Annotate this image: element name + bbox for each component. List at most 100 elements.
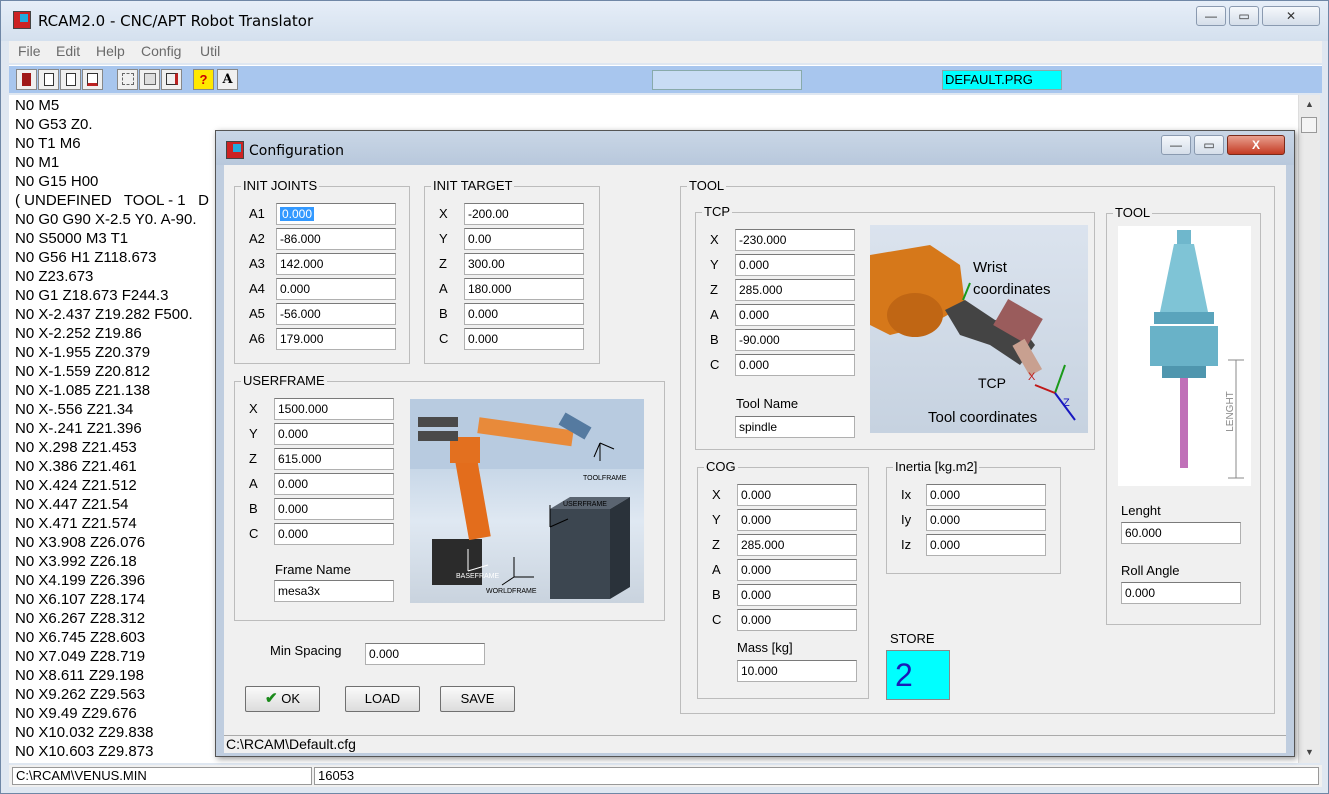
userframe-a-input[interactable]: 0.000	[274, 473, 394, 495]
code-line: N0 X9.262 Z29.563	[15, 686, 146, 703]
tcp-z-input[interactable]: 285.000	[735, 279, 855, 301]
length-input[interactable]: 60.000	[1121, 522, 1241, 544]
tcp-image: Wrist coordinates TCP Tool coordinates X…	[870, 225, 1088, 433]
tool-group-label: TOOL	[687, 178, 727, 193]
minimize-button[interactable]: —	[1196, 6, 1226, 26]
save-file-icon[interactable]	[82, 69, 103, 90]
tcp-x-input[interactable]: -230.000	[735, 229, 855, 251]
userframe-b-label: B	[249, 501, 258, 516]
mass-input[interactable]: 10.000	[737, 660, 857, 682]
userframe-y-label: Y	[249, 426, 258, 441]
tcp-c-label: C	[710, 357, 720, 372]
exit-icon[interactable]	[16, 69, 37, 90]
tool-group: TOOL TCP X -230.000 Y 0.000 Z 285.000 A 0.000 B -…	[680, 179, 1275, 714]
min-spacing-label: Min Spacing	[270, 643, 342, 658]
inertia-ix-input[interactable]: 0.000	[926, 484, 1046, 506]
dialog-close-button[interactable]: X	[1227, 135, 1285, 155]
window-title: RCAM2.0 - CNC/APT Robot Translator	[38, 12, 314, 30]
program-field: DEFAULT.PRG	[942, 70, 1062, 90]
help-icon[interactable]: ?	[193, 69, 214, 90]
menu-help[interactable]: Help	[96, 43, 125, 59]
tcp-a-input[interactable]: 0.000	[735, 304, 855, 326]
new-file-icon[interactable]	[60, 69, 81, 90]
translate-icon[interactable]	[117, 69, 138, 90]
cog-z-label: Z	[712, 537, 720, 552]
code-line: N0 S5000 M3 T1	[15, 230, 129, 247]
save-button[interactable]: SAVE	[440, 686, 515, 712]
userframe-b-input[interactable]: 0.000	[274, 498, 394, 520]
cog-b-input[interactable]: 0.000	[737, 584, 857, 606]
scroll-down-icon[interactable]: ▼	[1305, 747, 1314, 757]
target-b-input[interactable]: 0.000	[464, 303, 584, 325]
joint-a5-input[interactable]: -56.000	[276, 303, 396, 325]
dialog-minimize-button[interactable]: —	[1161, 135, 1191, 155]
scroll-up-icon[interactable]: ▲	[1305, 99, 1314, 109]
target-x-input[interactable]: -200.00	[464, 203, 584, 225]
maximize-button[interactable]: ▭	[1229, 6, 1259, 26]
userframe-z-input[interactable]: 615.000	[274, 448, 394, 470]
tcp-a-label: A	[710, 307, 719, 322]
status-count: 16053	[314, 767, 1319, 785]
wrist-text: Wrist	[973, 259, 1007, 276]
inertia-iz-input[interactable]: 0.000	[926, 534, 1046, 556]
joint-a5-label: A5	[249, 306, 265, 321]
length-label: Lenght	[1121, 503, 1161, 518]
joint-a4-input[interactable]: 0.000	[276, 278, 396, 300]
userframe-a-label: A	[249, 476, 258, 491]
tcp-y-input[interactable]: 0.000	[735, 254, 855, 276]
cog-x-label: X	[712, 487, 721, 502]
paste-icon[interactable]	[161, 69, 182, 90]
cog-group: COG X 0.000 Y 0.000 Z 285.000 A 0.000 B 0.000 C 0.0…	[697, 460, 869, 699]
menu-util[interactable]: Util	[200, 43, 220, 59]
menu-config[interactable]: Config	[141, 43, 181, 59]
code-line: N0 X6.745 Z28.603	[15, 629, 146, 646]
roll-angle-input[interactable]: 0.000	[1121, 582, 1241, 604]
cog-a-input[interactable]: 0.000	[737, 559, 857, 581]
dialog-app-icon[interactable]	[226, 141, 244, 159]
tool-name-input[interactable]: spindle	[735, 416, 855, 438]
copy-icon[interactable]	[139, 69, 160, 90]
target-z-label: Z	[439, 256, 447, 271]
menu-edit[interactable]: Edit	[56, 43, 80, 59]
tcp-b-input[interactable]: -90.000	[735, 329, 855, 351]
cog-z-input[interactable]: 285.000	[737, 534, 857, 556]
target-z-input[interactable]: 300.00	[464, 253, 584, 275]
length-dimension-text: LENGHT	[1224, 391, 1236, 432]
userframe-y-input[interactable]: 0.000	[274, 423, 394, 445]
tcp-c-input[interactable]: 0.000	[735, 354, 855, 376]
tcp-group: TCP X -230.000 Y 0.000 Z 285.000 A 0.000 B -90.00…	[695, 205, 1095, 450]
menu-file[interactable]: File	[18, 43, 41, 59]
frame-name-input[interactable]: mesa3x	[274, 580, 394, 602]
toolbar: ? A DEFAULT.PRG	[9, 65, 1322, 93]
code-line: N0 G15 H00	[15, 173, 99, 190]
joint-a1-input[interactable]: 0.000	[276, 203, 396, 225]
load-button[interactable]: LOAD	[345, 686, 420, 712]
font-icon[interactable]: A	[217, 69, 238, 90]
tcp-x-label: X	[710, 232, 719, 247]
store-value: 2	[886, 650, 950, 700]
cog-x-input[interactable]: 0.000	[737, 484, 857, 506]
userframe-c-input[interactable]: 0.000	[274, 523, 394, 545]
inertia-iz-label: Iz	[901, 537, 912, 552]
open-file-icon[interactable]	[38, 69, 59, 90]
cog-c-input[interactable]: 0.000	[737, 609, 857, 631]
ok-button[interactable]: ✔ OK	[245, 686, 320, 712]
joint-a6-input[interactable]: 179.000	[276, 328, 396, 350]
min-spacing-input[interactable]: 0.000	[365, 643, 485, 665]
target-c-input[interactable]: 0.000	[464, 328, 584, 350]
scroll-thumb[interactable]	[1301, 117, 1317, 133]
tcp-label: TCP	[702, 204, 732, 219]
app-icon[interactable]	[13, 11, 31, 29]
tool-name-label: Tool Name	[736, 396, 799, 411]
target-y-input[interactable]: 0.00	[464, 228, 584, 250]
target-a-input[interactable]: 180.000	[464, 278, 584, 300]
joint-a3-input[interactable]: 142.000	[276, 253, 396, 275]
close-button[interactable]: ✕	[1262, 6, 1320, 26]
inertia-iy-input[interactable]: 0.000	[926, 509, 1046, 531]
joint-a2-input[interactable]: -86.000	[276, 228, 396, 250]
vertical-scrollbar[interactable]: ▲ ▼	[1298, 95, 1320, 763]
cog-a-label: A	[712, 562, 721, 577]
dialog-maximize-button[interactable]: ▭	[1194, 135, 1224, 155]
userframe-x-input[interactable]: 1500.000	[274, 398, 394, 420]
cog-y-input[interactable]: 0.000	[737, 509, 857, 531]
